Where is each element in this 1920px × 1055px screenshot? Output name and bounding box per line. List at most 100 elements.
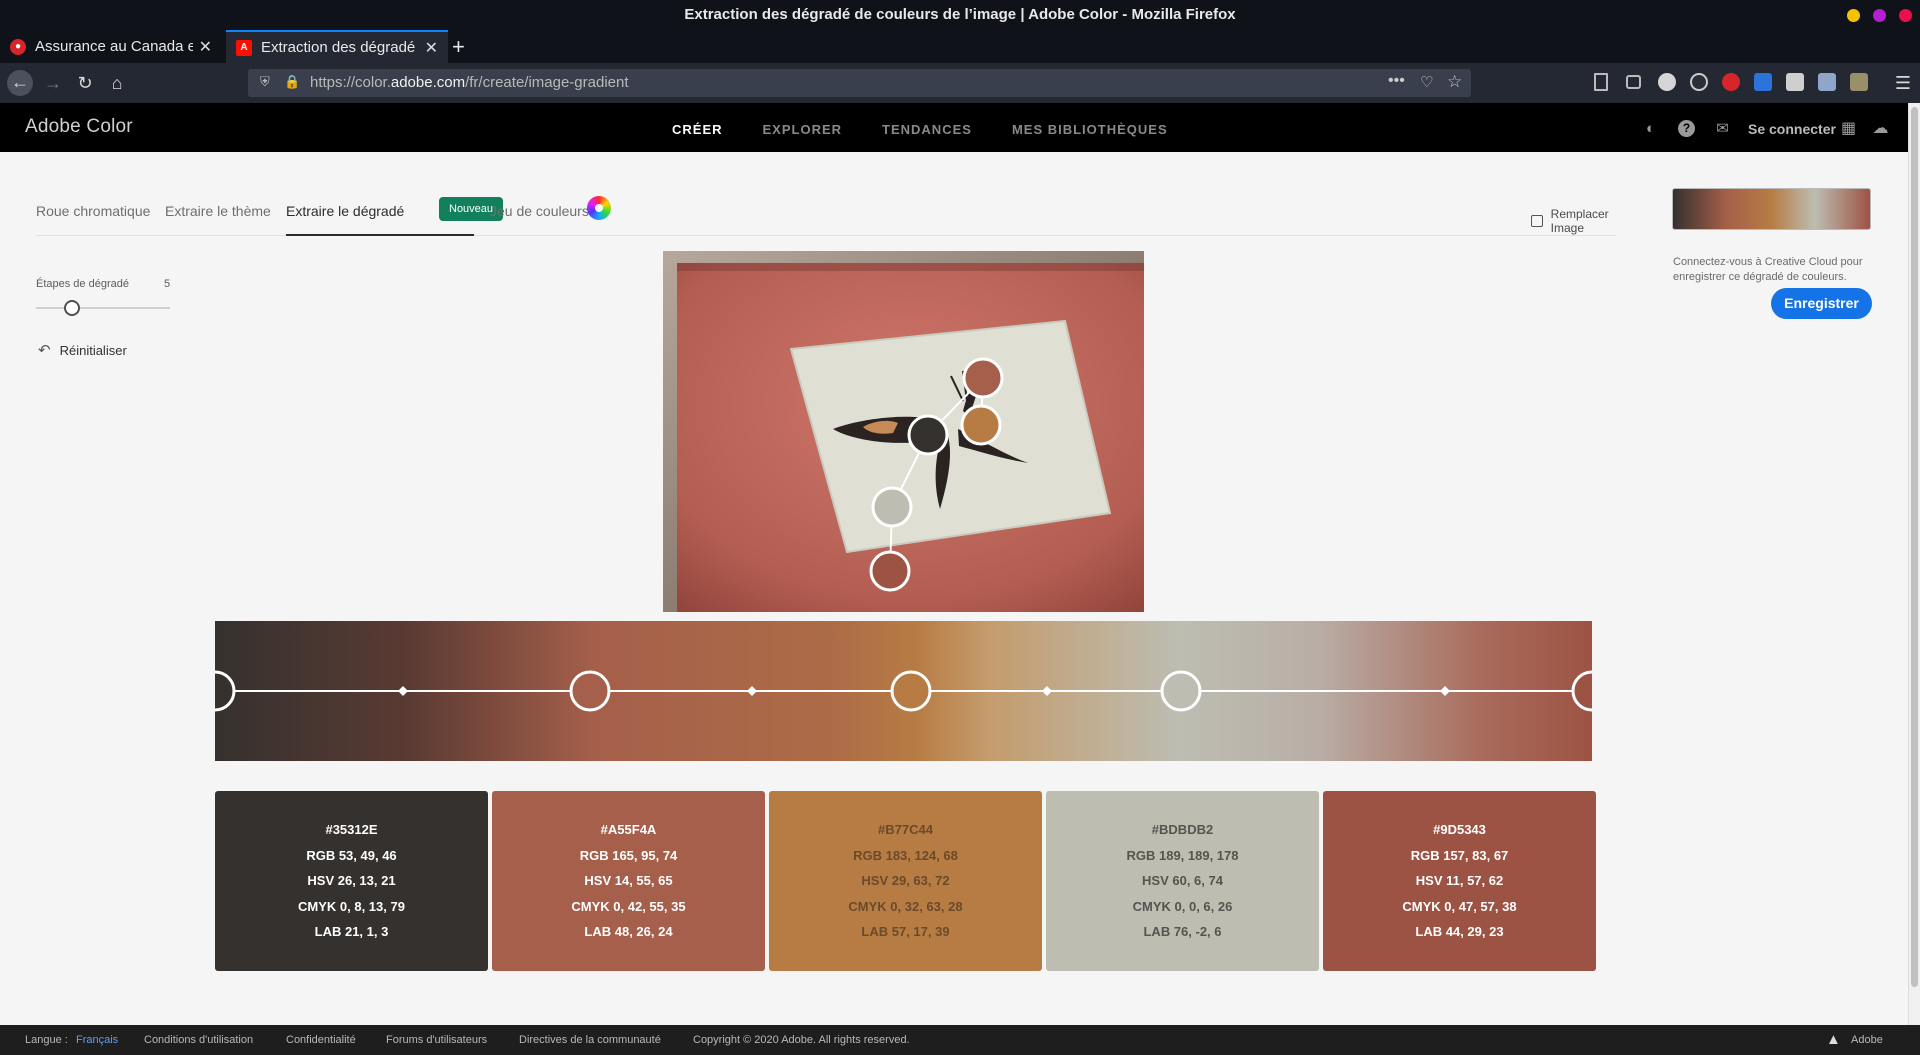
tab-roue-chromatique[interactable]: Roue chromatique bbox=[36, 203, 150, 219]
lock-icon[interactable]: 🔒 bbox=[284, 74, 300, 90]
address-bar[interactable]: ⛨ 🔒 https://color.adobe.com/fr/create/im… bbox=[248, 69, 1471, 97]
reload-icon[interactable]: ↻ bbox=[73, 71, 97, 95]
gradient-stop[interactable] bbox=[1160, 670, 1202, 712]
nav-bibliotheques[interactable]: MES BIBLIOTHÈQUES bbox=[1012, 122, 1168, 137]
midpoint-handle[interactable] bbox=[747, 686, 757, 696]
color-swatch[interactable]: #9D5343 RGB 157, 83, 67 HSV 11, 57, 62 C… bbox=[1323, 791, 1596, 971]
swatch-lab: LAB 48, 26, 24 bbox=[584, 924, 673, 940]
forward-icon[interactable]: → bbox=[41, 71, 65, 95]
extension-icon[interactable] bbox=[1690, 73, 1708, 91]
picker-point[interactable] bbox=[907, 414, 949, 456]
tab-close-icon[interactable]: ✕ bbox=[199, 37, 212, 57]
gradient-bar[interactable] bbox=[215, 621, 1592, 761]
tab-extraire-theme[interactable]: Extraire le thème bbox=[165, 203, 271, 219]
shield-icon[interactable]: ⛨ bbox=[260, 74, 270, 90]
picker-point[interactable] bbox=[962, 357, 1004, 399]
gradient-steps-value: 5 bbox=[164, 278, 171, 290]
maximize-button[interactable] bbox=[1873, 9, 1886, 22]
adblock-icon[interactable] bbox=[1722, 73, 1740, 91]
nav-explorer[interactable]: EXPLORER bbox=[763, 122, 843, 137]
home-icon[interactable]: ⌂ bbox=[105, 71, 129, 95]
midpoint-handle[interactable] bbox=[398, 686, 408, 696]
new-tab-button[interactable]: + bbox=[452, 34, 465, 60]
extension-icon[interactable] bbox=[1818, 73, 1836, 91]
tab-assurance[interactable]: ● Assurance au Canada en ligne ✕ bbox=[0, 30, 222, 63]
color-swatch[interactable]: #35312E RGB 53, 49, 46 HSV 26, 13, 21 CM… bbox=[215, 791, 488, 971]
footer-link-terms[interactable]: Conditions d'utilisation bbox=[144, 1034, 253, 1046]
navigation-toolbar: ← → ↻ ⌂ ⛨ 🔒 https://color.adobe.com/fr/c… bbox=[0, 63, 1920, 103]
footer-link-forums[interactable]: Forums d'utilisateurs bbox=[386, 1034, 487, 1046]
sidebar-icon[interactable] bbox=[1626, 75, 1641, 89]
tab-adobe-color[interactable]: A Extraction des dégradé de couleurs ✕ bbox=[226, 30, 448, 63]
chat-icon[interactable]: ✉ bbox=[1714, 120, 1731, 137]
swatch-hex: #9D5343 bbox=[1433, 822, 1486, 838]
window-title: Extraction des dégradé de couleurs de l’… bbox=[684, 6, 1236, 23]
source-image[interactable] bbox=[663, 251, 1144, 612]
tab-strip: ● Assurance au Canada en ligne ✕ A Extra… bbox=[0, 30, 1920, 63]
reset-button[interactable]: ↶ Réinitialiser bbox=[38, 341, 127, 359]
brand-logo[interactable]: Adobe Color bbox=[25, 116, 133, 138]
page-actions-icon[interactable]: ••• bbox=[1388, 72, 1405, 90]
color-swatch[interactable]: #BDBDB2 RGB 189, 189, 178 HSV 60, 6, 74 … bbox=[1046, 791, 1319, 971]
extension-icon[interactable] bbox=[1786, 73, 1804, 91]
gradient-steps-slider[interactable] bbox=[36, 300, 170, 316]
midpoint-handle[interactable] bbox=[1440, 686, 1450, 696]
close-window-button[interactable] bbox=[1899, 9, 1912, 22]
replace-image-button[interactable]: Remplacer Image bbox=[1531, 207, 1616, 235]
sign-in-link[interactable]: Se connecter bbox=[1748, 121, 1836, 137]
swatch-hsv: HSV 26, 13, 21 bbox=[307, 873, 396, 889]
swatch-hsv: HSV 14, 55, 65 bbox=[584, 873, 673, 889]
gradient-stop[interactable] bbox=[569, 670, 611, 712]
midpoint-handle[interactable] bbox=[1042, 686, 1052, 696]
apps-grid-icon[interactable]: ▦ bbox=[1840, 120, 1857, 137]
pocket-icon[interactable]: ♡ bbox=[1420, 73, 1433, 91]
swatch-lab: LAB 44, 29, 23 bbox=[1415, 924, 1504, 940]
adobe-logo-icon: ▲ bbox=[1826, 1031, 1841, 1048]
gradient-stop[interactable] bbox=[1571, 670, 1592, 712]
extension-icon[interactable] bbox=[1658, 73, 1676, 91]
tab-jeu-de-couleurs[interactable]: Jeu de couleurs bbox=[490, 203, 589, 219]
footer-link-guidelines[interactable]: Directives de la communauté bbox=[519, 1034, 661, 1046]
gradient-preview bbox=[1672, 188, 1871, 230]
picker-point[interactable] bbox=[871, 486, 913, 528]
picker-point[interactable] bbox=[869, 550, 911, 592]
tab-extraire-degrade[interactable]: Extraire le dégradé bbox=[286, 203, 475, 236]
nav-tendances[interactable]: TENDANCES bbox=[882, 122, 972, 137]
contrast-icon[interactable]: ◐ bbox=[1642, 120, 1659, 137]
swatch-cmyk: CMYK 0, 42, 55, 35 bbox=[571, 898, 686, 914]
page-scrollbar[interactable] bbox=[1908, 103, 1920, 1025]
gradient-stop[interactable] bbox=[890, 670, 932, 712]
picker-point[interactable] bbox=[960, 404, 1002, 446]
color-swatch[interactable]: #A55F4A RGB 165, 95, 74 HSV 14, 55, 65 C… bbox=[492, 791, 765, 971]
swatch-lab: LAB 57, 17, 39 bbox=[861, 924, 950, 940]
scrollbar-thumb[interactable] bbox=[1911, 107, 1918, 987]
minimize-button[interactable] bbox=[1847, 9, 1860, 22]
color-swatch[interactable]: #B77C44 RGB 183, 124, 68 HSV 29, 63, 72 … bbox=[769, 791, 1042, 971]
bookmark-star-icon[interactable]: ☆ bbox=[1447, 72, 1462, 92]
nav-creer[interactable]: CRÉER bbox=[672, 122, 723, 137]
gradient-stop[interactable] bbox=[215, 670, 236, 712]
menu-icon[interactable]: ☰ bbox=[1891, 71, 1915, 95]
library-icon[interactable] bbox=[1594, 73, 1608, 91]
creative-cloud-icon[interactable]: ☁ bbox=[1872, 120, 1889, 137]
save-button[interactable]: Enregistrer bbox=[1771, 288, 1872, 319]
gradient-steps-label: Étapes de dégradé bbox=[36, 278, 129, 290]
language-selector[interactable]: Français bbox=[76, 1034, 118, 1046]
main-nav: CRÉER EXPLORER TENDANCES MES BIBLIOTHÈQU… bbox=[672, 122, 1208, 137]
url-prefix: https://color. bbox=[310, 74, 391, 91]
swatch-cmyk: CMYK 0, 32, 63, 28 bbox=[848, 898, 963, 914]
help-icon[interactable]: ? bbox=[1678, 120, 1695, 137]
color-swatches: #35312E RGB 53, 49, 46 HSV 26, 13, 21 CM… bbox=[215, 791, 1596, 971]
footer-link-privacy[interactable]: Confidentialité bbox=[286, 1034, 356, 1046]
tab-close-icon[interactable]: ✕ bbox=[425, 38, 438, 58]
extension-icon[interactable] bbox=[1754, 73, 1772, 91]
url-text[interactable]: https://color.adobe.com/fr/create/image-… bbox=[310, 74, 629, 91]
swatch-hex: #A55F4A bbox=[600, 822, 657, 838]
slider-knob[interactable] bbox=[64, 300, 80, 316]
swatch-cmyk: CMYK 0, 47, 57, 38 bbox=[1402, 898, 1517, 914]
window-titlebar: Extraction des dégradé de couleurs de l’… bbox=[0, 0, 1920, 30]
url-path: /fr/create/image-gradient bbox=[465, 74, 629, 91]
back-icon[interactable]: ← bbox=[7, 70, 33, 96]
extension-icon[interactable] bbox=[1850, 73, 1868, 91]
language-label: Langue : bbox=[25, 1034, 68, 1046]
